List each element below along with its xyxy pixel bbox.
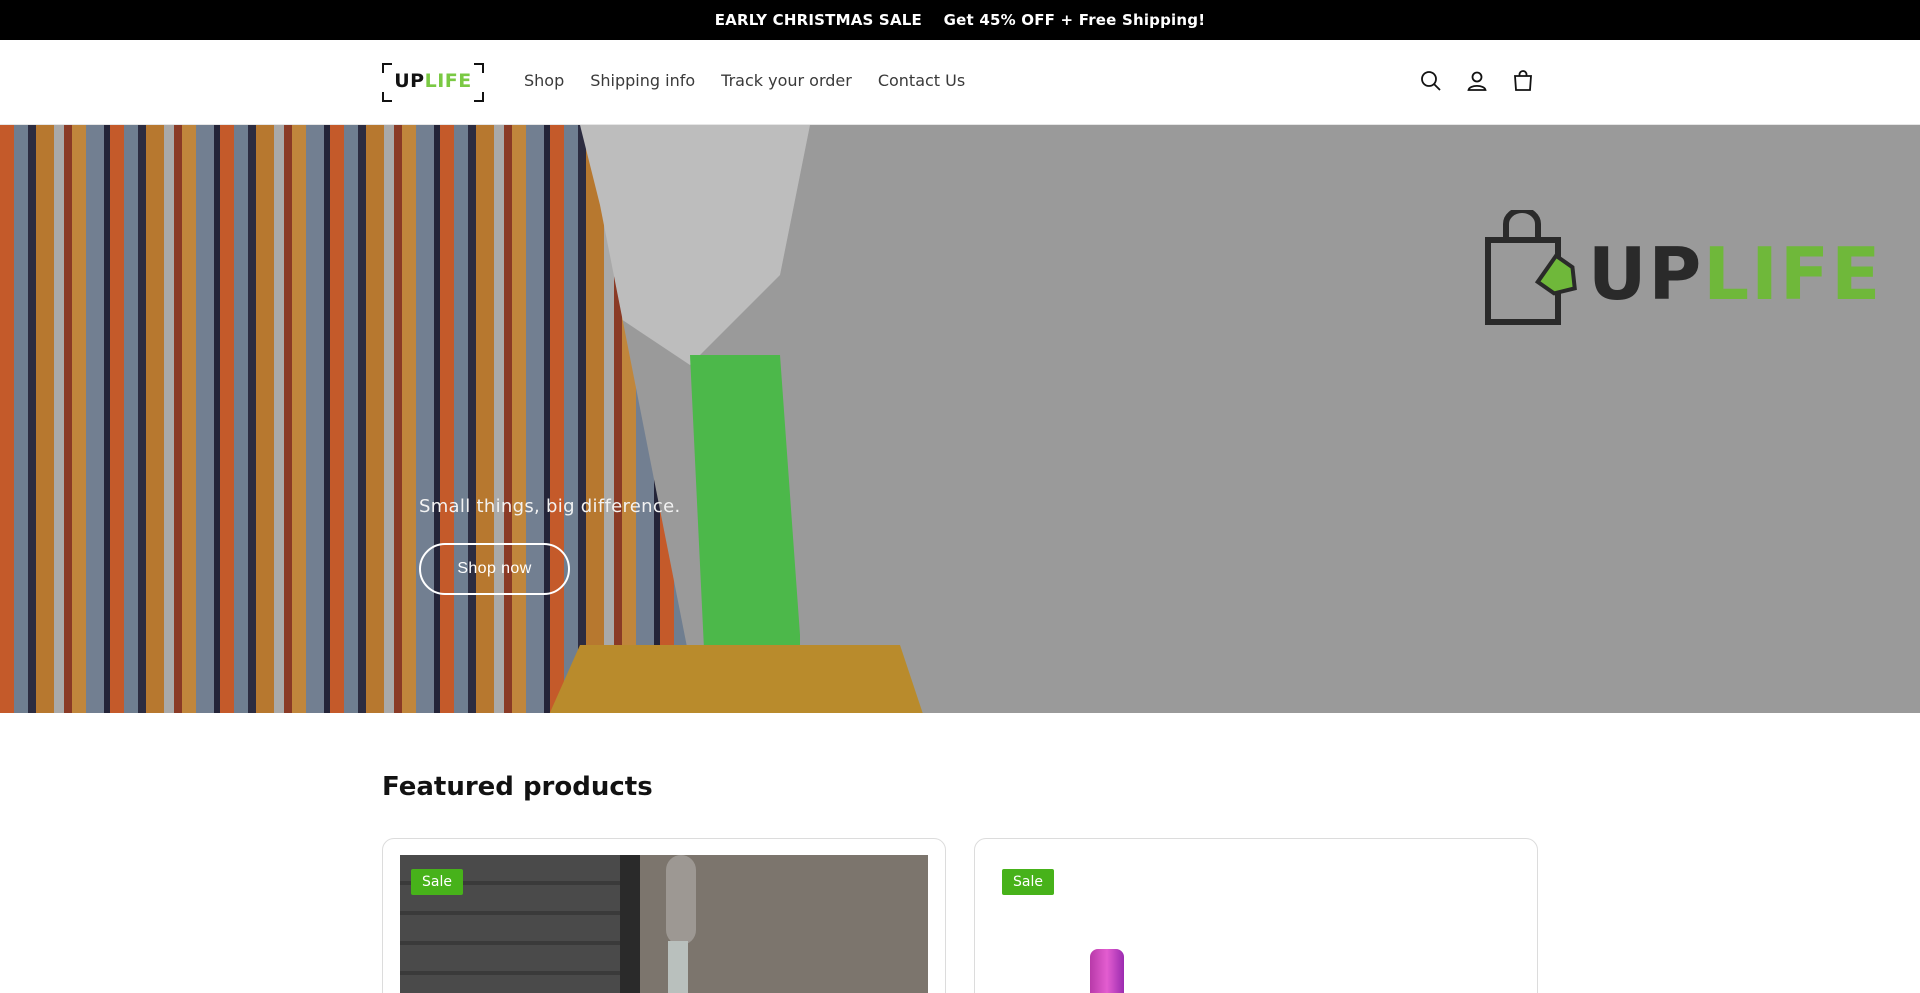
sale-badge: Sale [1002,869,1054,895]
header-icons [1418,68,1536,94]
shopping-bag-icon [1485,210,1577,325]
sale-badge: Sale [411,869,463,895]
hero-logo-up: UP [1588,232,1704,316]
hero-tagline: Small things, big difference. [419,496,681,517]
site-header: UPLIFE Shop Shipping info Track your ord… [0,40,1920,125]
nav-item-track-order[interactable]: Track your order [708,70,865,92]
product-image[interactable] [1090,949,1124,993]
site-logo[interactable]: UPLIFE [382,63,484,102]
hero-brand-logo: UPLIFE [1480,210,1880,330]
hero-pocket [540,645,930,713]
product-image[interactable] [400,855,928,993]
logo-text-life: LIFE [424,70,472,92]
hero-logo-life: LIFE [1703,232,1883,316]
hero-striped-fabric [0,125,690,713]
main-nav: Shop Shipping info Track your order Cont… [511,70,978,92]
account-icon[interactable] [1464,68,1490,94]
shop-now-button[interactable]: Shop now [419,543,570,595]
nav-item-shop[interactable]: Shop [511,70,577,92]
product-card[interactable]: Sale [382,838,946,993]
nav-item-contact-us[interactable]: Contact Us [865,70,978,92]
cart-icon[interactable] [1510,68,1536,94]
product-card[interactable]: Sale [974,838,1538,993]
announcement-bar: EARLY CHRISTMAS SALE Get 45% OFF + Free … [0,0,1920,40]
search-icon[interactable] [1418,68,1444,94]
hero-banner: UPLIFE Small things, big difference. Sho… [0,125,1920,713]
announcement-text: EARLY CHRISTMAS SALE Get 45% OFF + Free … [714,11,1206,29]
featured-products-title: Featured products [382,772,653,802]
nav-item-shipping-info[interactable]: Shipping info [577,70,708,92]
logo-text-up: UP [394,70,425,92]
